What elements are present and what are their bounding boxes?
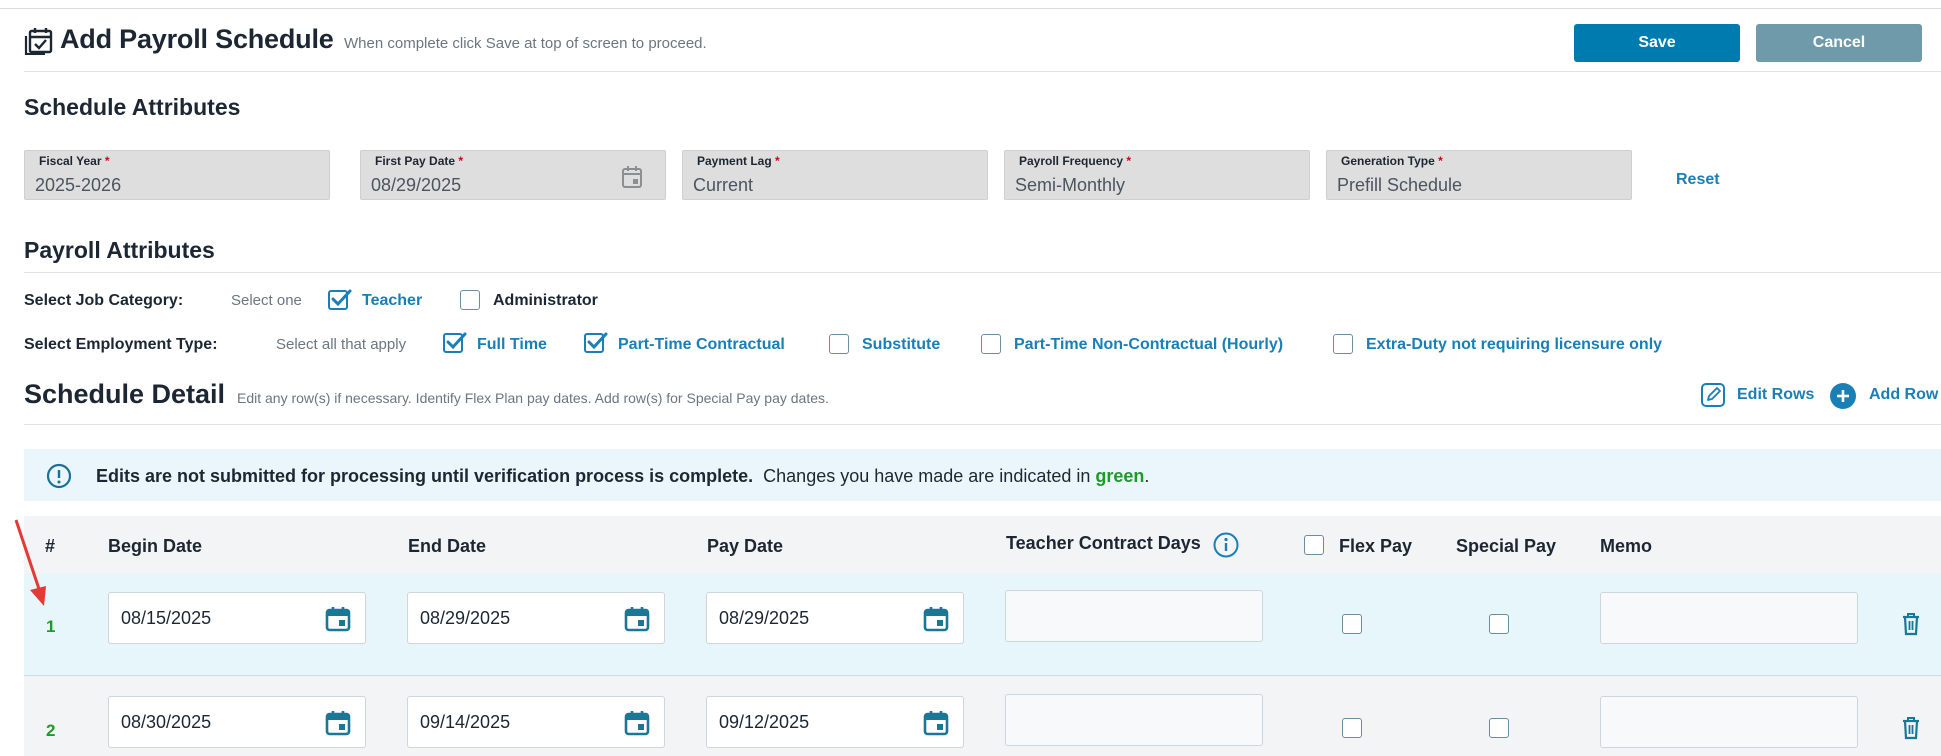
payroll-attributes-divider bbox=[24, 272, 1941, 273]
info-tooltip-icon[interactable] bbox=[1212, 531, 1240, 559]
first-pay-date-value: 08/29/2025 bbox=[371, 175, 462, 195]
generation-type-field: Generation Type * Prefill Schedule bbox=[1326, 150, 1632, 200]
begin-date-value: 08/15/2025 bbox=[121, 608, 212, 628]
annotation-arrow-icon bbox=[14, 519, 46, 606]
header-divider bbox=[24, 71, 1941, 72]
memo-input[interactable] bbox=[1600, 696, 1858, 748]
schedule-attributes-title: Schedule Attributes bbox=[24, 94, 241, 120]
begin-date-input[interactable]: 08/15/2025 bbox=[108, 592, 366, 644]
generation-type-value: Prefill Schedule bbox=[1337, 175, 1463, 195]
flex-pay-select-all-checkbox[interactable] bbox=[1304, 535, 1324, 555]
teacher-checkbox-label[interactable]: Teacher bbox=[362, 292, 422, 310]
add-circle-icon[interactable] bbox=[1829, 382, 1857, 410]
calendar-icon[interactable] bbox=[325, 710, 351, 736]
pay-date-value: 08/29/2025 bbox=[719, 608, 810, 628]
end-date-value: 08/29/2025 bbox=[420, 608, 511, 628]
page-title: Add Payroll Schedule bbox=[60, 24, 334, 54]
teacher-checkbox[interactable] bbox=[328, 288, 352, 310]
teacher-contract-days-input[interactable] bbox=[1005, 694, 1263, 746]
employment-type-label: Select Employment Type: bbox=[24, 336, 218, 353]
flex-pay-checkbox[interactable] bbox=[1342, 614, 1362, 634]
payroll-frequency-field: Payroll Frequency * Semi-Monthly bbox=[1004, 150, 1310, 200]
pay-date-value: 09/12/2025 bbox=[719, 712, 810, 732]
table-header bbox=[24, 516, 1941, 574]
calendar-icon[interactable] bbox=[624, 710, 650, 736]
col-flex-pay: Flex Pay bbox=[1339, 536, 1413, 556]
payroll-frequency-label: Payroll Frequency * bbox=[1019, 154, 1132, 168]
trash-icon[interactable] bbox=[1901, 612, 1921, 636]
payroll-attributes-title: Payroll Attributes bbox=[24, 237, 215, 263]
begin-date-input[interactable]: 08/30/2025 bbox=[108, 696, 366, 748]
calendar-icon[interactable] bbox=[923, 606, 949, 632]
administrator-checkbox-label[interactable]: Administrator bbox=[493, 292, 598, 310]
calendar-check-icon bbox=[24, 28, 53, 55]
info-icon bbox=[46, 463, 72, 489]
calendar-icon[interactable] bbox=[325, 606, 351, 632]
part-time-contractual-checkbox-label[interactable]: Part-Time Contractual bbox=[618, 336, 785, 354]
pay-date-input[interactable]: 08/29/2025 bbox=[706, 592, 964, 644]
trash-icon[interactable] bbox=[1901, 716, 1921, 740]
end-date-value: 09/14/2025 bbox=[420, 712, 511, 732]
calendar-icon[interactable] bbox=[923, 710, 949, 736]
job-category-label: Select Job Category: bbox=[24, 292, 184, 309]
col-special-pay: Special Pay bbox=[1456, 536, 1557, 556]
special-pay-checkbox[interactable] bbox=[1489, 614, 1509, 634]
col-memo: Memo bbox=[1600, 536, 1653, 556]
fiscal-year-label: Fiscal Year * bbox=[39, 154, 110, 168]
top-border bbox=[0, 8, 1941, 9]
alert-message: Edits are not submitted for processing u… bbox=[96, 466, 1150, 486]
calendar-icon[interactable] bbox=[624, 606, 650, 632]
part-time-non-contractual-checkbox[interactable] bbox=[981, 334, 1001, 354]
administrator-checkbox[interactable] bbox=[460, 290, 480, 310]
end-date-input[interactable]: 08/29/2025 bbox=[407, 592, 665, 644]
flex-pay-checkbox[interactable] bbox=[1342, 718, 1362, 738]
col-end-date: End Date bbox=[408, 536, 487, 556]
first-pay-date-field: First Pay Date * 08/29/2025 bbox=[360, 150, 666, 200]
part-time-non-contractual-checkbox-label[interactable]: Part-Time Non-Contractual (Hourly) bbox=[1014, 336, 1283, 354]
col-pay-date: Pay Date bbox=[707, 536, 784, 556]
schedule-detail-title: Schedule Detail bbox=[24, 379, 226, 409]
payroll-frequency-value: Semi-Monthly bbox=[1015, 175, 1126, 195]
full-time-checkbox-label[interactable]: Full Time bbox=[477, 336, 547, 354]
special-pay-checkbox[interactable] bbox=[1489, 718, 1509, 738]
memo-input[interactable] bbox=[1600, 592, 1858, 644]
generation-type-label: Generation Type * bbox=[1341, 154, 1443, 168]
row-number: 1 bbox=[46, 617, 56, 636]
col-begin-date: Begin Date bbox=[108, 536, 203, 556]
edit-rows-button[interactable]: Edit Rows bbox=[1737, 386, 1814, 404]
fiscal-year-field: Fiscal Year * 2025-2026 bbox=[24, 150, 330, 200]
pay-date-input[interactable]: 09/12/2025 bbox=[706, 696, 964, 748]
substitute-checkbox-label[interactable]: Substitute bbox=[862, 336, 940, 354]
part-time-contractual-checkbox[interactable] bbox=[584, 331, 608, 353]
begin-date-value: 08/30/2025 bbox=[121, 712, 212, 732]
job-category-hint: Select one bbox=[231, 292, 302, 309]
full-time-checkbox[interactable] bbox=[443, 331, 467, 353]
payment-lag-field: Payment Lag * Current bbox=[682, 150, 988, 200]
schedule-detail-hint: Edit any row(s) if necessary. Identify F… bbox=[237, 390, 829, 406]
payment-lag-label: Payment Lag * bbox=[697, 154, 780, 168]
row-number: 2 bbox=[46, 721, 56, 740]
first-pay-date-label: First Pay Date * bbox=[375, 154, 464, 168]
end-date-input[interactable]: 09/14/2025 bbox=[407, 696, 665, 748]
payment-lag-value: Current bbox=[693, 175, 754, 195]
employment-type-hint: Select all that apply bbox=[276, 336, 407, 353]
calendar-icon bbox=[622, 166, 642, 188]
extra-duty-checkbox-label[interactable]: Extra-Duty not requiring licensure only bbox=[1366, 336, 1662, 354]
teacher-contract-days-input[interactable] bbox=[1005, 590, 1263, 642]
page-subtitle: When complete click Save at top of scree… bbox=[344, 35, 707, 52]
cancel-button[interactable]: Cancel bbox=[1756, 24, 1922, 62]
add-row-button[interactable]: Add Row bbox=[1869, 386, 1938, 404]
col-teacher-contract-days: Teacher Contract Days bbox=[1006, 533, 1201, 553]
reset-link[interactable]: Reset bbox=[1676, 171, 1720, 189]
edit-icon[interactable] bbox=[1700, 382, 1726, 408]
save-button[interactable]: Save bbox=[1574, 24, 1740, 62]
schedule-detail-divider bbox=[24, 424, 1941, 425]
extra-duty-checkbox[interactable] bbox=[1333, 334, 1353, 354]
fiscal-year-value: 2025-2026 bbox=[35, 175, 122, 195]
substitute-checkbox[interactable] bbox=[829, 334, 849, 354]
